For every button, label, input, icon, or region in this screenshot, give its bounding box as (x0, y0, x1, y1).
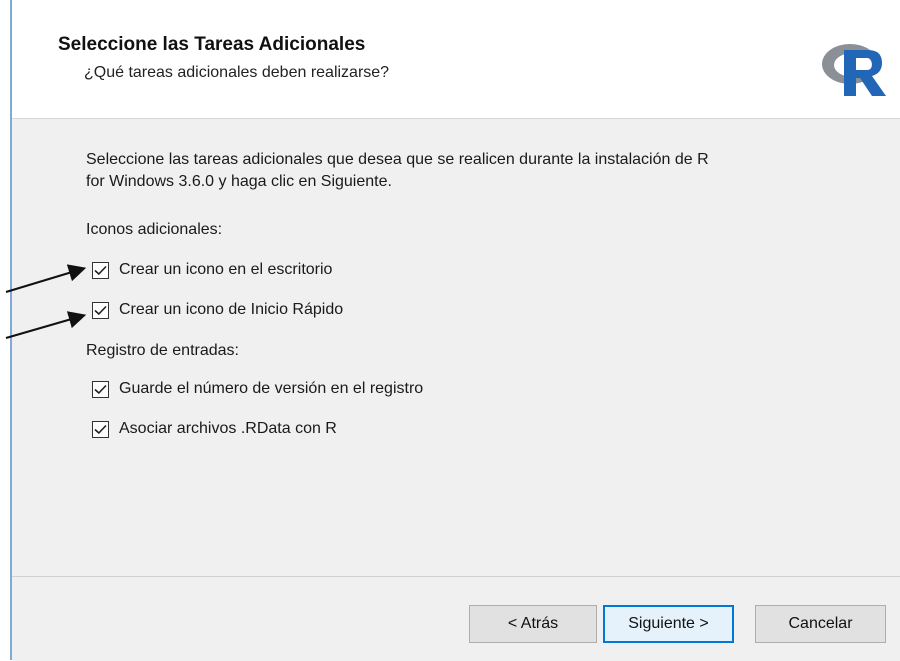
page-title: Seleccione las Tareas Adicionales (58, 34, 366, 55)
instructions-text: Seleccione las tareas adicionales que de… (86, 149, 866, 193)
next-button[interactable]: Siguiente > (603, 605, 734, 643)
task-label: Guarde el número de versión en el regist… (119, 380, 424, 397)
wizard-header: Seleccione las Tareas Adicionales ¿Qué t… (12, 0, 900, 119)
cancel-button[interactable]: Cancelar (755, 605, 886, 643)
task-label: Asociar archivos .RData con R (119, 420, 337, 437)
task-quicklaunch-icon[interactable]: Crear un icono de Inicio Rápido (92, 298, 343, 322)
annotation-arrows (5, 264, 87, 340)
back-button[interactable]: < Atrás (469, 605, 597, 643)
tasks-panel: Seleccione las tareas adicionales que de… (12, 119, 900, 576)
task-desktop-icon[interactable]: Crear un icono en el escritorio (92, 258, 332, 282)
task-registry-version[interactable]: Guarde el número de versión en el regist… (92, 377, 423, 401)
task-associate-rdata[interactable]: Asociar archivos .RData con R (92, 417, 337, 441)
r-logo-icon (822, 44, 886, 96)
checkmark-icon (94, 384, 107, 394)
arrow-to-quicklaunch-icon (5, 311, 87, 340)
group-label-icons: Iconos adicionales: (86, 221, 223, 238)
checkbox-associate-rdata[interactable] (92, 420, 109, 438)
group-label-registry: Registro de entradas: (86, 342, 239, 359)
page-subtitle: ¿Qué tareas adicionales deben realizarse… (84, 64, 390, 81)
instructions-line-2: for Windows 3.6.0 y haga clic en Siguien… (86, 173, 392, 190)
task-label: Crear un icono de Inicio Rápido (119, 301, 344, 318)
wizard-footer: < Atrás Siguiente > Cancelar (12, 576, 900, 661)
task-label: Crear un icono en el escritorio (119, 261, 333, 278)
checkbox-registry-version[interactable] (92, 380, 109, 398)
instructions-line-1: Seleccione las tareas adicionales que de… (86, 151, 709, 168)
arrow-to-desktop-icon (5, 264, 87, 294)
checkmark-icon (94, 424, 107, 434)
